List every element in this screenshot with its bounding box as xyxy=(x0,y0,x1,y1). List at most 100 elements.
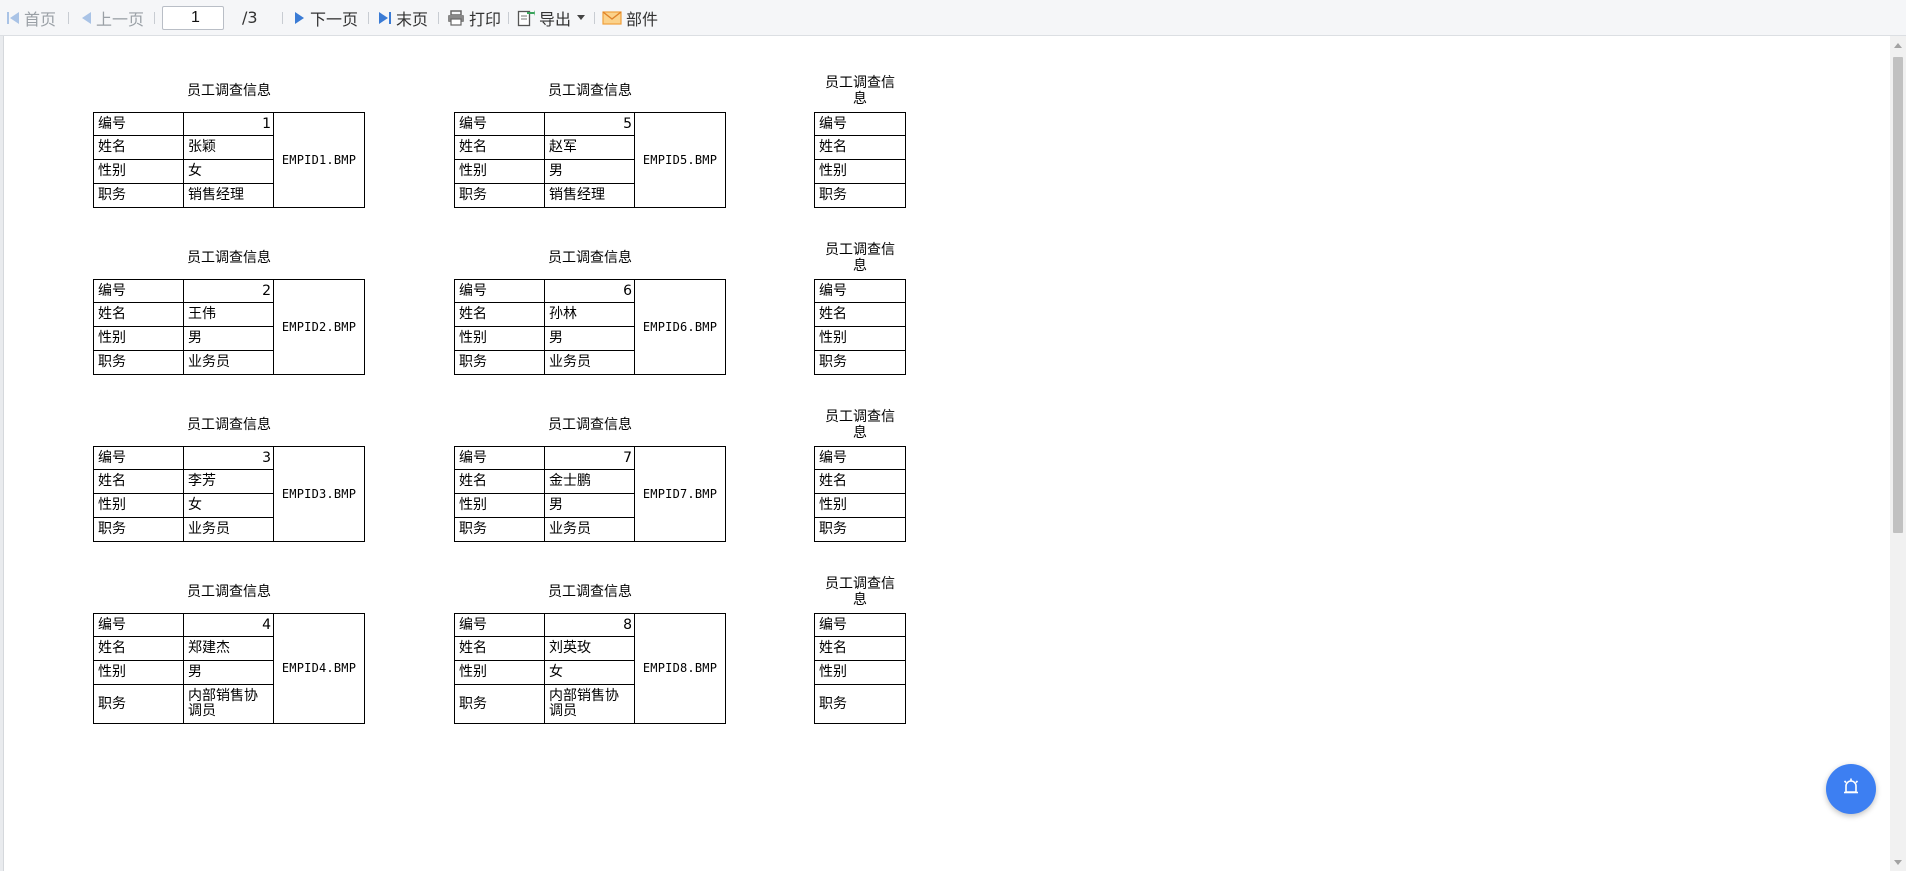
employee-photo-placeholder: EMPID4.BMP xyxy=(281,661,357,675)
field-label: 编号 xyxy=(94,614,184,637)
field-label: 性别 xyxy=(815,160,905,184)
card-title: 员工调查信息 xyxy=(187,83,271,99)
employee-photo-placeholder: EMPID1.BMP xyxy=(281,152,357,167)
floating-alarm-button[interactable] xyxy=(1826,764,1876,814)
field-value-gender: 女 xyxy=(545,661,635,685)
field-label: 姓名 xyxy=(94,470,184,494)
field-label: 姓名 xyxy=(94,303,184,327)
field-value-title: 销售经理 xyxy=(545,184,635,207)
employee-photo-placeholder: EMPID3.BMP xyxy=(281,486,357,501)
employee-card: 员工调查信息 编号 姓名 性别 职务 xyxy=(814,70,906,208)
dropdown-caret-icon xyxy=(577,15,586,21)
toolbar-separator xyxy=(154,12,155,24)
mail-button[interactable]: 部件 xyxy=(602,0,658,36)
export-icon xyxy=(517,9,535,27)
employee-card: 员工调查信息 编号 8 姓名 刘英玫 性别女职务 内部销售协调员 EMPID8.BMP xyxy=(454,571,726,724)
field-value-title: 业务员 xyxy=(545,518,635,541)
prev-page-label: 上一页 xyxy=(96,10,145,29)
toolbar-separator xyxy=(438,12,439,24)
left-frame-edge xyxy=(0,36,4,871)
field-label: 编号 xyxy=(815,447,905,470)
export-button[interactable]: 导出 xyxy=(517,0,589,36)
employee-info-table: 编号 6 姓名 孙林 性别男职务 业务员 EMPID6.BMP xyxy=(454,279,726,375)
field-label: 职务 xyxy=(455,184,545,207)
employee-card: 员工调查信息 编号 姓名 性别 职务 xyxy=(814,404,906,542)
field-label: 编号 xyxy=(94,447,184,470)
field-value-id: 8 xyxy=(545,614,635,637)
employee-card: 员工调查信息编号 4 姓名 郑建杰 性别男职务 内部销售协调员 EMPID4.BMP xyxy=(93,571,365,724)
field-label: 姓名 xyxy=(815,470,905,494)
last-page-button[interactable]: 末页 xyxy=(378,0,428,36)
scroll-down-arrow-icon[interactable] xyxy=(1894,860,1902,865)
employee-card: 员工调查信息编号 姓名 性别 职务 xyxy=(814,571,906,724)
last-page-label: 末页 xyxy=(396,10,429,29)
field-label: 职务 xyxy=(94,184,184,207)
field-label: 性别 xyxy=(455,494,545,518)
scroll-up-arrow-icon[interactable] xyxy=(1894,43,1902,48)
mail-icon xyxy=(602,11,622,25)
employee-info-table: 编号 7 姓名 金士鹏 性别男职务 业务员 EMPID7.BMP xyxy=(454,446,726,542)
employee-info-table: 编号 4 姓名 郑建杰 性别男职务 内部销售协调员 EMPID4.BMP xyxy=(93,613,365,724)
first-page-button[interactable]: 首页 xyxy=(6,0,56,36)
field-value-gender: 男 xyxy=(184,661,274,685)
field-value-name: 张颖 xyxy=(184,136,274,160)
field-label: 姓名 xyxy=(455,637,545,661)
next-page-button[interactable]: 下一页 xyxy=(294,0,358,36)
field-label: 性别 xyxy=(455,661,545,685)
employee-info-table: 编号 5 姓名 赵军 性别男职务 销售经理 EMPID5.BMP xyxy=(454,112,726,208)
toolbar-separator xyxy=(68,12,69,24)
employee-info-table: 编号 姓名 性别 职务 xyxy=(814,446,906,542)
employee-info-table: 编号 1 姓名 张颖 性别女职务 销售经理 EMPID1.BMP xyxy=(93,112,365,208)
field-label: 姓名 xyxy=(815,637,905,661)
employee-card: 员工调查信息 编号 3 姓名 李芳 性别女职务 业务员 EMPID3.BMP xyxy=(93,404,365,542)
scrollbar-thumb[interactable] xyxy=(1893,57,1903,533)
field-value-id: 6 xyxy=(545,280,635,303)
field-value-gender: 男 xyxy=(184,327,274,351)
employee-info-table: 编号 姓名 性别 职务 xyxy=(814,112,906,208)
card-title: 员工调查信息 xyxy=(548,250,632,266)
field-label: 编号 xyxy=(455,113,545,136)
field-label: 性别 xyxy=(815,494,905,518)
employee-photo-placeholder: EMPID6.BMP xyxy=(642,319,718,334)
field-value-title: 业务员 xyxy=(184,518,274,541)
prev-page-button[interactable]: 上一页 xyxy=(80,0,144,36)
field-value-title: 内部销售协调员 xyxy=(545,685,635,723)
field-value-title: 业务员 xyxy=(184,351,274,374)
field-label: 姓名 xyxy=(815,303,905,327)
field-label: 姓名 xyxy=(94,637,184,661)
field-value-name: 金士鹏 xyxy=(545,470,635,494)
field-label: 性别 xyxy=(815,661,905,685)
card-title: 员工调查信息 xyxy=(187,584,271,600)
card-title: 员工调查信息 xyxy=(187,250,271,266)
employee-card: 员工调查信息编号 6 姓名 孙林 性别男职务 业务员 EMPID6.BMP xyxy=(454,237,726,375)
field-value-gender: 男 xyxy=(545,160,635,184)
page-number-input[interactable] xyxy=(162,6,224,30)
print-button[interactable]: 打印 xyxy=(447,0,501,36)
print-label: 打印 xyxy=(469,10,502,29)
field-label: 性别 xyxy=(94,160,184,184)
field-value-gender: 女 xyxy=(184,160,274,184)
field-label: 姓名 xyxy=(455,136,545,160)
export-label: 导出 xyxy=(539,10,572,29)
alarm-icon xyxy=(1841,777,1861,801)
vertical-scrollbar[interactable] xyxy=(1890,36,1906,871)
field-label: 姓名 xyxy=(94,136,184,160)
field-value-name: 郑建杰 xyxy=(184,637,274,661)
field-label: 性别 xyxy=(94,661,184,685)
card-title: 员工调查信息 xyxy=(187,417,271,433)
toolbar-separator xyxy=(594,12,595,24)
field-value-gender: 男 xyxy=(545,494,635,518)
field-value-id: 2 xyxy=(184,280,274,303)
employee-card: 员工调查信息 编号 2 姓名 王伟 性别男职务 业务员 EMPID2.BMP xyxy=(93,237,365,375)
field-value-id: 4 xyxy=(184,614,274,637)
employee-photo-placeholder: EMPID5.BMP xyxy=(642,152,718,167)
field-label: 职务 xyxy=(819,187,847,203)
employee-info-table: 编号 姓名 性别 职务 xyxy=(814,279,906,375)
field-label: 编号 xyxy=(815,113,905,136)
card-title: 员工调查信息 xyxy=(825,576,895,608)
card-title: 员工调查信息 xyxy=(548,584,632,600)
field-label: 职务 xyxy=(455,685,545,723)
field-value-name: 刘英玫 xyxy=(545,637,635,661)
first-page-label: 首页 xyxy=(24,10,57,29)
employee-info-table: 编号 姓名 性别 职务 xyxy=(814,613,906,724)
